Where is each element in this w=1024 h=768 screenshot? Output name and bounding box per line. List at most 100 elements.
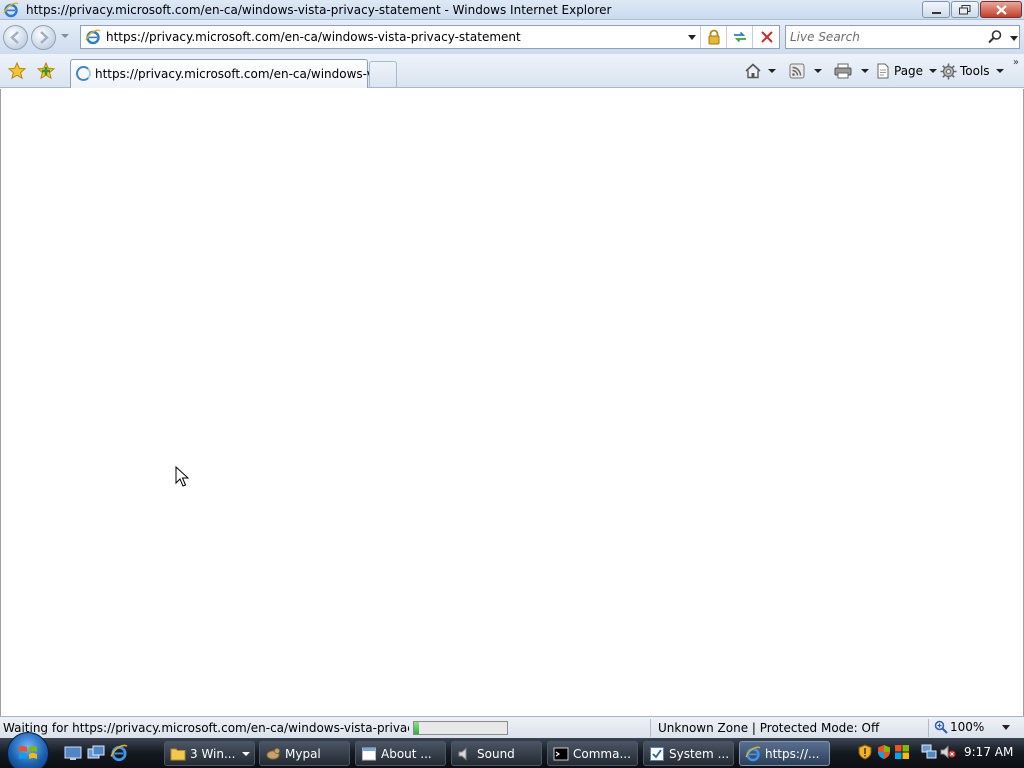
- favorites-star-icon[interactable]: [8, 62, 26, 80]
- group-dropdown-icon: [242, 752, 250, 756]
- print-button[interactable]: [834, 61, 869, 81]
- print-dropdown-icon[interactable]: [861, 69, 869, 73]
- taskbar-item-internet-explorer[interactable]: https://...: [739, 741, 830, 766]
- tools-dropdown-icon: [995, 69, 1004, 73]
- tools-menu-label: Tools: [960, 64, 990, 78]
- speaker-icon: [458, 746, 467, 761]
- feeds-dropdown-icon[interactable]: [814, 69, 822, 73]
- page-favicon: [85, 29, 101, 45]
- taskbar-item-system[interactable]: System ...: [643, 741, 734, 766]
- divider: [726, 26, 727, 48]
- taskbar-item-label: 3 Win...: [190, 746, 236, 761]
- lock-icon[interactable]: [706, 29, 722, 45]
- refresh-icon[interactable]: [732, 29, 748, 45]
- loading-progress-bar: [413, 721, 508, 735]
- security-shield-icon[interactable]: [857, 744, 873, 760]
- tab-label: https://privacy.microsoft.com/en-ca/wind…: [95, 67, 389, 81]
- page-menu[interactable]: Page: [875, 61, 938, 81]
- home-button[interactable]: [744, 61, 776, 81]
- tab-bar: https://privacy.microsoft.com/en-ca/wind…: [0, 54, 1024, 88]
- feeds-icon: [789, 63, 805, 79]
- feeds-button[interactable]: [789, 61, 822, 81]
- window-title: https://privacy.microsoft.com/en-ca/wind…: [26, 3, 612, 17]
- show-desktop-icon[interactable]: [64, 744, 82, 762]
- forward-button[interactable]: [31, 25, 56, 50]
- stop-icon[interactable]: [759, 29, 775, 45]
- taskbar-item-mypal[interactable]: Mypal: [259, 741, 350, 766]
- taskbar-item-label: Sound: [477, 746, 515, 761]
- page-icon: [877, 63, 889, 79]
- internet-explorer-icon: [3, 2, 19, 18]
- taskbar-item-about[interactable]: About ...: [355, 741, 446, 766]
- taskbar-item-label: Comma...: [573, 746, 631, 761]
- close-icon: [995, 4, 1007, 15]
- home-icon: [745, 63, 761, 79]
- zoom-dropdown-icon[interactable]: [1002, 724, 1011, 730]
- zoom-control[interactable]: 100%: [934, 720, 1011, 734]
- zoom-icon: [934, 720, 948, 734]
- home-dropdown-icon[interactable]: [768, 69, 776, 73]
- mypal-icon: [266, 747, 280, 759]
- security-zone-status[interactable]: Unknown Zone | Protected Mode: Off: [658, 721, 879, 735]
- back-arrow-icon: [10, 31, 19, 44]
- search-options-dropdown[interactable]: [1010, 36, 1018, 41]
- restore-button[interactable]: [951, 1, 979, 18]
- address-bar[interactable]: https://privacy.microsoft.com/en-ca/wind…: [80, 25, 780, 49]
- divider: [650, 719, 651, 737]
- taskbar-item-command-prompt[interactable]: Comma...: [547, 741, 638, 766]
- about-window-icon: [362, 747, 376, 760]
- restore-icon: [959, 4, 971, 14]
- internet-explorer-icon: [745, 746, 761, 761]
- tab-active[interactable]: https://privacy.microsoft.com/en-ca/wind…: [70, 59, 389, 88]
- back-button[interactable]: [3, 25, 28, 50]
- search-box[interactable]: [785, 25, 1020, 49]
- windows-logo-icon: [19, 746, 37, 759]
- minimize-icon: [931, 11, 941, 14]
- print-icon: [834, 63, 852, 79]
- title-bar: https://privacy.microsoft.com/en-ca/wind…: [0, 0, 1024, 20]
- internet-explorer-quicklaunch-icon[interactable]: [110, 744, 128, 762]
- taskbar-item-label: https://...: [765, 746, 820, 761]
- taskbar-item-label: System ...: [669, 746, 730, 761]
- forward-arrow-icon: [40, 31, 49, 44]
- divider: [928, 719, 929, 737]
- search-input[interactable]: [790, 29, 980, 45]
- recent-pages-dropdown[interactable]: [61, 34, 69, 38]
- taskbar-item-label: About ...: [381, 746, 432, 761]
- window-controls: [922, 1, 1022, 18]
- status-bar: Waiting for https://privacy.microsoft.co…: [0, 716, 1024, 738]
- windows-update-icon[interactable]: [894, 744, 910, 760]
- taskbar-item-explorer-group[interactable]: 3 Win...: [164, 741, 255, 766]
- tools-menu[interactable]: Tools: [940, 61, 1004, 81]
- taskbar-item-sound[interactable]: Sound: [451, 741, 542, 766]
- add-to-favorites-icon[interactable]: [37, 62, 55, 80]
- address-url[interactable]: https://privacy.microsoft.com/en-ca/wind…: [106, 30, 521, 44]
- divider: [752, 26, 753, 48]
- mouse-cursor-icon: [175, 466, 189, 487]
- security-center-icon[interactable]: [876, 744, 892, 760]
- page-dropdown-icon: [929, 69, 938, 73]
- loading-icon: [76, 66, 91, 81]
- taskbar: 3 Win... Mypal About ... Sound Comma...: [0, 732, 1024, 768]
- page-content-area[interactable]: [0, 89, 1024, 716]
- start-button[interactable]: [7, 732, 49, 768]
- navigation-bar: https://privacy.microsoft.com/en-ca/wind…: [0, 20, 1024, 54]
- toolbar-overflow-chevron-icon[interactable]: »: [1013, 57, 1019, 68]
- search-icon[interactable]: [987, 29, 1003, 45]
- address-dropdown-icon[interactable]: [688, 35, 696, 40]
- minimize-button[interactable]: [922, 1, 950, 18]
- system-clock[interactable]: 9:17 AM: [964, 745, 1013, 759]
- switch-windows-icon[interactable]: [87, 744, 105, 762]
- progress-fill: [414, 722, 419, 734]
- new-tab-button[interactable]: [369, 61, 397, 87]
- zoom-level: 100%: [950, 720, 985, 734]
- status-text: Waiting for https://privacy.microsoft.co…: [3, 721, 409, 735]
- folder-icon: [170, 748, 186, 760]
- gear-icon: [940, 63, 957, 79]
- system-properties-icon: [650, 746, 664, 761]
- volume-muted-icon[interactable]: [940, 744, 956, 760]
- page-menu-label: Page: [894, 64, 924, 78]
- network-icon[interactable]: [921, 744, 937, 760]
- divider: [700, 26, 701, 48]
- close-button[interactable]: [980, 1, 1022, 18]
